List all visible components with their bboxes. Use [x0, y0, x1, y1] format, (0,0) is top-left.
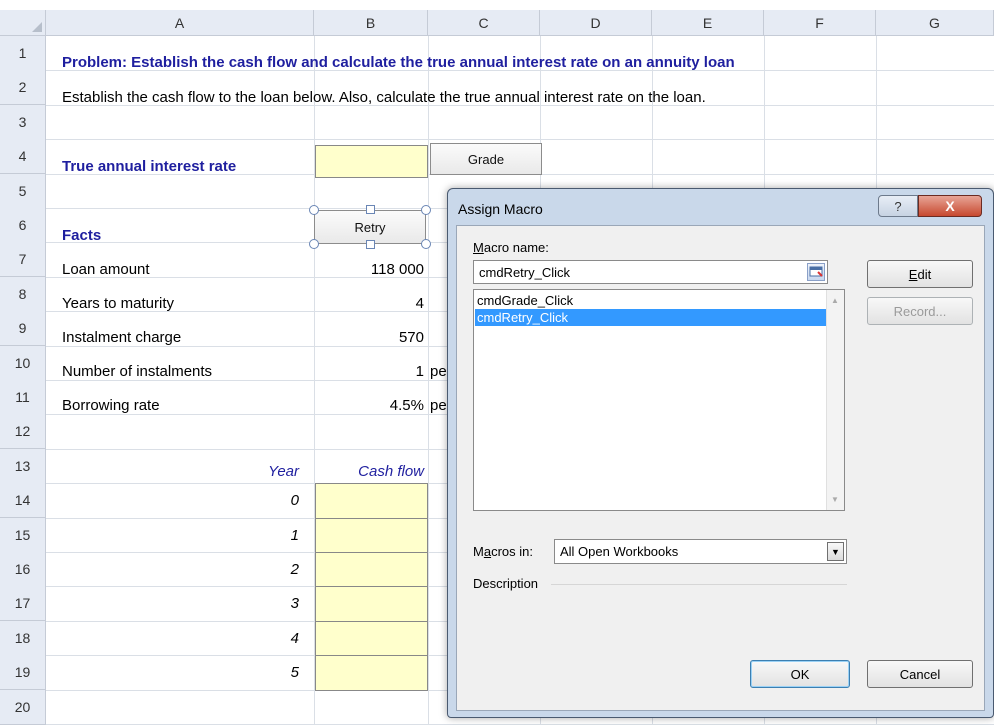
- row-header[interactable]: 14: [0, 483, 46, 519]
- record-button[interactable]: Record...: [867, 297, 973, 325]
- macro-list-item[interactable]: cmdGrade_Click: [475, 292, 827, 309]
- borrowing-rate-value: 4.5%: [389, 397, 424, 414]
- resize-handle[interactable]: [366, 240, 375, 249]
- cash-flow-input-cell[interactable]: [315, 483, 428, 519]
- row-header[interactable]: 15: [0, 517, 46, 553]
- dropdown-arrow-icon[interactable]: ▼: [827, 542, 844, 561]
- borrowing-rate-label: Borrowing rate: [62, 397, 160, 414]
- ok-button[interactable]: OK: [750, 660, 850, 688]
- cash-flow-input-cell[interactable]: [315, 552, 428, 588]
- column-header[interactable]: B: [314, 10, 428, 36]
- row-header[interactable]: 17: [0, 586, 46, 622]
- scroll-down-arrow-icon[interactable]: ▼: [831, 495, 839, 504]
- true-rate-label: True annual interest rate: [62, 158, 237, 175]
- row-header[interactable]: 8: [0, 276, 46, 312]
- row-header[interactable]: 5: [0, 173, 46, 209]
- row-header[interactable]: 18: [0, 620, 46, 656]
- instructions-text: Establish the cash flow to the loan belo…: [62, 89, 706, 106]
- edit-button[interactable]: Edit: [867, 260, 973, 288]
- dialog-title: Assign Macro: [458, 201, 543, 217]
- cash-flow-input-cell[interactable]: [315, 586, 428, 622]
- years-to-maturity-label: Years to maturity: [62, 295, 174, 312]
- scroll-up-arrow-icon[interactable]: ▲: [831, 296, 839, 305]
- problem-title: Problem: Establish the cash flow and cal…: [62, 54, 735, 71]
- assign-macro-dialog: Assign Macro ? X Macro name: cmdRetry_Cl…: [447, 188, 994, 718]
- select-all-corner[interactable]: [0, 10, 46, 36]
- cash-flow-input-cell[interactable]: [315, 620, 428, 657]
- year-value: 1: [290, 526, 299, 544]
- year-value: 3: [290, 595, 299, 613]
- row-header[interactable]: 6: [0, 208, 46, 243]
- row-header[interactable]: 2: [0, 70, 46, 106]
- description-divider: [551, 584, 847, 585]
- year-value: 4: [290, 629, 299, 647]
- column-header[interactable]: E: [652, 10, 764, 36]
- loan-amount-value: 118 000: [370, 261, 424, 278]
- instalment-charge-label: Instalment charge: [62, 329, 182, 346]
- resize-handle[interactable]: [421, 239, 431, 249]
- number-of-instalments-unit: pe: [430, 363, 447, 380]
- resize-handle[interactable]: [421, 205, 431, 215]
- macros-in-select[interactable]: All Open Workbooks ▼: [554, 539, 847, 564]
- row-header[interactable]: 12: [0, 414, 46, 450]
- description-label: Description: [473, 576, 539, 591]
- year-value: 0: [290, 492, 299, 510]
- year-value: 5: [290, 664, 299, 682]
- row-header[interactable]: 20: [0, 689, 46, 725]
- row-header[interactable]: 11: [0, 380, 46, 415]
- borrowing-rate-unit: pe: [430, 397, 447, 414]
- row-header[interactable]: 1: [0, 36, 46, 71]
- number-of-instalments-value: 1: [415, 363, 424, 380]
- column-header[interactable]: G: [876, 10, 994, 36]
- column-header[interactable]: D: [540, 10, 652, 36]
- close-button[interactable]: X: [918, 195, 982, 217]
- row-header[interactable]: 13: [0, 448, 46, 484]
- row-header[interactable]: 9: [0, 311, 46, 347]
- row-header[interactable]: 7: [0, 242, 46, 278]
- gridline: [46, 139, 994, 141]
- cash-flow-input-cell[interactable]: [315, 655, 428, 691]
- row-header[interactable]: 16: [0, 552, 46, 587]
- true-rate-input-cell[interactable]: [315, 145, 428, 178]
- resize-handle[interactable]: [309, 239, 319, 249]
- row-header[interactable]: 10: [0, 345, 46, 381]
- list-scrollbar[interactable]: ▲ ▼: [826, 290, 844, 510]
- help-button[interactable]: ?: [878, 195, 918, 217]
- macros-in-label: Macros in:: [473, 544, 533, 559]
- row-header[interactable]: 4: [0, 139, 46, 175]
- collapse-dialog-icon[interactable]: [807, 263, 825, 281]
- loan-amount-label: Loan amount: [62, 261, 150, 278]
- retry-button[interactable]: Retry: [314, 210, 426, 244]
- macro-name-input[interactable]: cmdRetry_Click: [473, 260, 828, 284]
- column-header[interactable]: A: [46, 10, 314, 36]
- facts-label: Facts: [62, 227, 102, 244]
- instalment-charge-value: 570: [398, 329, 424, 346]
- cash-flow-input-cell[interactable]: [315, 517, 428, 553]
- row-header[interactable]: 3: [0, 104, 46, 140]
- row-header[interactable]: 19: [0, 655, 46, 691]
- macro-name-label: Macro name:: [473, 240, 549, 255]
- grade-button[interactable]: Grade: [430, 143, 542, 175]
- year-value: 2: [290, 561, 299, 578]
- column-header[interactable]: F: [764, 10, 876, 36]
- number-of-instalments-label: Number of instalments: [62, 363, 213, 380]
- macro-list[interactable]: cmdGrade_Click cmdRetry_Click ▲ ▼: [473, 289, 845, 511]
- column-header[interactable]: C: [428, 10, 540, 36]
- resize-handle[interactable]: [309, 205, 319, 215]
- cancel-button[interactable]: Cancel: [867, 660, 973, 688]
- years-to-maturity-value: 4: [415, 295, 424, 312]
- resize-handle[interactable]: [366, 205, 375, 214]
- macro-list-item[interactable]: cmdRetry_Click: [475, 309, 827, 326]
- dialog-body: Macro name: cmdRetry_Click cmdGrade_Clic…: [456, 225, 985, 711]
